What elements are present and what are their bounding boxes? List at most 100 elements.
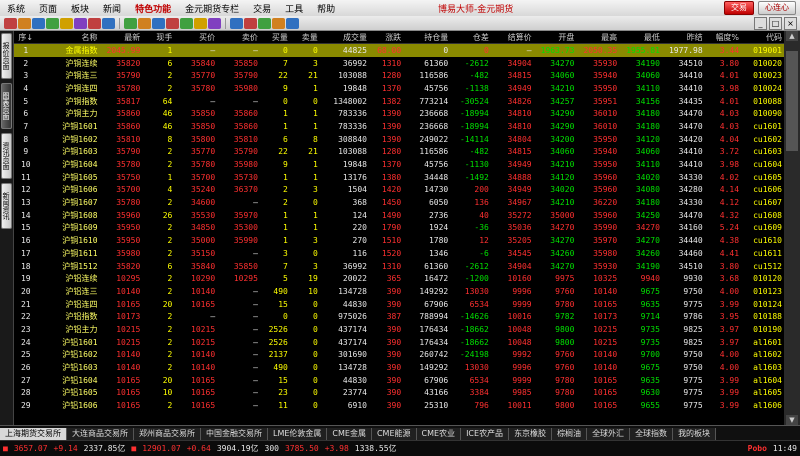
print-icon[interactable] bbox=[46, 17, 59, 29]
column-header-10[interactable]: 持仓量 bbox=[403, 31, 451, 44]
column-header-11[interactable]: 仓差 bbox=[450, 31, 491, 44]
connect-button[interactable]: 心连心 bbox=[758, 1, 796, 15]
exchange-tab-2[interactable]: 郑州商品交易所 bbox=[134, 428, 201, 440]
column-header-15[interactable]: 最低 bbox=[619, 31, 662, 44]
scroll-down-icon[interactable]: ▼ bbox=[786, 415, 798, 425]
table-row[interactable]: 24 沪铝1601 10215 2 10215 — 2526 0 437174 390 176434… bbox=[14, 336, 784, 349]
column-header-7[interactable]: 卖量 bbox=[289, 31, 320, 44]
menu-item-2[interactable]: 板块 bbox=[64, 2, 96, 15]
table-row[interactable]: 7 沪铜1601 35860 46 35850 35860 1 1 783336 1390 2366… bbox=[14, 120, 784, 133]
table-row[interactable]: 18 沪铜1512 35820 6 35840 35850 7 3 36992 1310 61360… bbox=[14, 260, 784, 273]
sidebar-tab-0[interactable]: 报价页面 bbox=[1, 33, 12, 79]
column-header-16[interactable]: 昨结 bbox=[661, 31, 705, 44]
table-row[interactable]: 22 沪铝指数 10173 2 — — 0 0 975026 387 788994 -14626 100… bbox=[14, 310, 784, 323]
minimize-icon[interactable]: _ bbox=[754, 17, 767, 30]
menu-item-8[interactable]: 帮助 bbox=[310, 2, 342, 15]
scroll-thumb[interactable] bbox=[786, 51, 798, 151]
table-row[interactable]: 25 沪铝1602 10140 2 10140 — 2137 0 301690 390 260742… bbox=[14, 349, 784, 362]
column-header-3[interactable]: 现手 bbox=[142, 31, 175, 44]
sidebar-tab-2[interactable]: 资讯页面 bbox=[1, 133, 12, 179]
exchange-tab-10[interactable]: 棕榈油 bbox=[552, 428, 588, 440]
calendar-icon[interactable] bbox=[74, 17, 87, 29]
table-row[interactable]: 19 沪铝连续 10295 2 10290 10295 5 19 20022 365 16472 -1… bbox=[14, 272, 784, 285]
table-row[interactable]: 14 沪铜1608 35960 26 35530 35970 1 1 124 1490 2736 40… bbox=[14, 209, 784, 222]
table-row[interactable]: 26 沪铝1603 10140 2 10140 — 490 0 134728 390 149292 1… bbox=[14, 361, 784, 374]
menu-item-6[interactable]: 交易 bbox=[246, 2, 278, 15]
menu-item-0[interactable]: 系统 bbox=[0, 2, 32, 15]
table-row[interactable]: 4 沪铜连四 35780 2 35780 35980 9 1 19848 1370 45756 -11… bbox=[14, 82, 784, 95]
zoom-in-icon[interactable] bbox=[102, 17, 115, 29]
alert-icon[interactable] bbox=[208, 17, 221, 29]
kline-icon[interactable] bbox=[152, 17, 165, 29]
table-row[interactable]: 17 沪铜1611 35980 2 35150 — 3 0 116 1520 1346 -6 34545… bbox=[14, 247, 784, 260]
table-row[interactable]: 12 沪铜1606 35700 4 35240 36370 2 3 1504 1420 14730 2… bbox=[14, 184, 784, 197]
list-icon[interactable] bbox=[138, 17, 151, 29]
exchange-tab-0[interactable]: 上海期货交易所 bbox=[0, 428, 67, 440]
chart-icon[interactable] bbox=[60, 17, 73, 29]
column-header-1[interactable]: 名称 bbox=[37, 31, 100, 44]
table-row[interactable]: 13 沪铜1607 35780 2 34600 — 2 0 368 1450 6050 136 3496… bbox=[14, 196, 784, 209]
table-row[interactable]: 23 沪铝主力 10215 2 10215 — 2526 0 437174 390 176434 -1… bbox=[14, 323, 784, 336]
info-icon[interactable] bbox=[194, 17, 207, 29]
menu-item-7[interactable]: 工具 bbox=[278, 2, 310, 15]
column-header-2[interactable]: 最新 bbox=[99, 31, 143, 44]
column-header-14[interactable]: 最高 bbox=[576, 31, 620, 44]
close-icon[interactable]: × bbox=[784, 17, 797, 30]
column-header-17[interactable]: 幅度% bbox=[704, 31, 742, 44]
exchange-tab-3[interactable]: 中国金融交易所 bbox=[201, 428, 268, 440]
table-row[interactable]: 3 沪铜连三 35790 2 35770 35790 22 21 103088 1280 11658… bbox=[14, 69, 784, 82]
column-header-5[interactable]: 卖价 bbox=[217, 31, 260, 44]
exchange-tab-9[interactable]: 东京橡胶 bbox=[509, 428, 553, 440]
lock-icon[interactable] bbox=[258, 17, 271, 29]
table-row[interactable]: 15 沪铜1609 35950 2 34850 35300 1 1 220 1790 1924 -36… bbox=[14, 222, 784, 235]
table-row[interactable]: 2 沪铜连续 35820 6 35840 35850 7 3 36992 1310 61360 -26… bbox=[14, 57, 784, 70]
table-row[interactable]: 21 沪铝连四 10165 20 10165 — 15 0 44830 390 67906 6534 9… bbox=[14, 298, 784, 311]
maximize-icon[interactable]: □ bbox=[769, 17, 782, 30]
scroll-up-icon[interactable]: ▲ bbox=[786, 31, 798, 41]
exchange-tab-4[interactable]: LME伦敦金属 bbox=[268, 428, 328, 440]
column-header-4[interactable]: 买价 bbox=[174, 31, 218, 44]
table-row[interactable]: 1 金属指数 2045.99 1— —0 0 44825 68.00 0 0—1963.73 205… bbox=[14, 43, 784, 57]
exchange-tab-5[interactable]: CME金属 bbox=[327, 428, 372, 440]
grid-icon[interactable] bbox=[230, 17, 243, 29]
column-header-6[interactable]: 买量 bbox=[259, 31, 290, 44]
table-row[interactable]: 20 沪铝连三 10140 2 10140 — 490 10 134728 390 149292 13… bbox=[14, 285, 784, 298]
vertical-scrollbar[interactable]: ▲ ▼ bbox=[784, 31, 800, 425]
column-header-13[interactable]: 开盘 bbox=[533, 31, 577, 44]
arrow-back-icon[interactable] bbox=[4, 17, 17, 29]
table-row[interactable]: 9 沪铜1603 35790 2 35770 35790 22 21 103088 1280 116… bbox=[14, 146, 784, 159]
refresh-icon[interactable] bbox=[88, 17, 101, 29]
help-icon[interactable] bbox=[286, 17, 299, 29]
trade-button[interactable]: 交易 bbox=[724, 1, 754, 15]
table-row[interactable]: 6 沪铜主力 35860 46 35850 35860 1 1 783336 1390 236668… bbox=[14, 107, 784, 120]
exchange-tab-8[interactable]: ICE农产品 bbox=[461, 428, 510, 440]
menu-item-4[interactable]: 特色功能 bbox=[128, 2, 178, 15]
minute-icon[interactable] bbox=[166, 17, 179, 29]
news-icon[interactable] bbox=[180, 17, 193, 29]
table-row[interactable]: 29 沪铝1606 10165 2 10165 — 11 0 6910 390 25310 796 10… bbox=[14, 399, 784, 412]
table-row[interactable]: 27 沪铝1604 10165 20 10165 — 15 0 44830 390 67906 653… bbox=[14, 374, 784, 387]
save-icon[interactable] bbox=[32, 17, 45, 29]
table-row[interactable]: 5 沪铜指数 35817 64 — — 0 0 1348002 1382 773214 -30524 3… bbox=[14, 95, 784, 108]
table-row[interactable]: 8 沪铜1602 35810 8 35800 35810 6 8 308840 1390 24902… bbox=[14, 133, 784, 146]
exchange-tab-6[interactable]: CME能源 bbox=[371, 428, 417, 440]
exchange-tab-11[interactable]: 全球外汇 bbox=[587, 428, 631, 440]
menu-item-5[interactable]: 金元期货专栏 bbox=[178, 2, 246, 15]
exchange-tab-12[interactable]: 全球指数 bbox=[630, 428, 674, 440]
column-header-8[interactable]: 成交量 bbox=[319, 31, 369, 44]
column-header-18[interactable]: 代码 bbox=[741, 31, 784, 44]
arrow-forward-icon[interactable] bbox=[18, 17, 31, 29]
table-row[interactable]: 28 沪铝1605 10165 10 10165 — 23 0 23774 390 43166 338… bbox=[14, 387, 784, 400]
sidebar-tab-1[interactable]: 图表页面 bbox=[1, 83, 12, 129]
zoom-out-icon[interactable] bbox=[124, 17, 137, 29]
table-row[interactable]: 11 沪铜1605 35750 1 35700 35730 1 1 13176 1380 34448… bbox=[14, 171, 784, 184]
column-header-0[interactable]: 序↓ bbox=[14, 31, 38, 44]
exchange-tab-7[interactable]: CME农业 bbox=[416, 428, 462, 440]
column-header-12[interactable]: 结算价 bbox=[490, 31, 534, 44]
tool-icon[interactable] bbox=[244, 17, 257, 29]
menu-item-1[interactable]: 页面 bbox=[32, 2, 64, 15]
table-row[interactable]: 16 沪铜1610 35950 2 35000 35990 1 3 270 1510 1780 12 3… bbox=[14, 234, 784, 247]
table-row[interactable]: 10 沪铜1604 35780 2 35780 35980 9 1 19848 1370 45756… bbox=[14, 158, 784, 171]
column-header-9[interactable]: 涨跌 bbox=[368, 31, 404, 44]
sidebar-tab-3[interactable]: 新闻资讯 bbox=[1, 183, 12, 229]
